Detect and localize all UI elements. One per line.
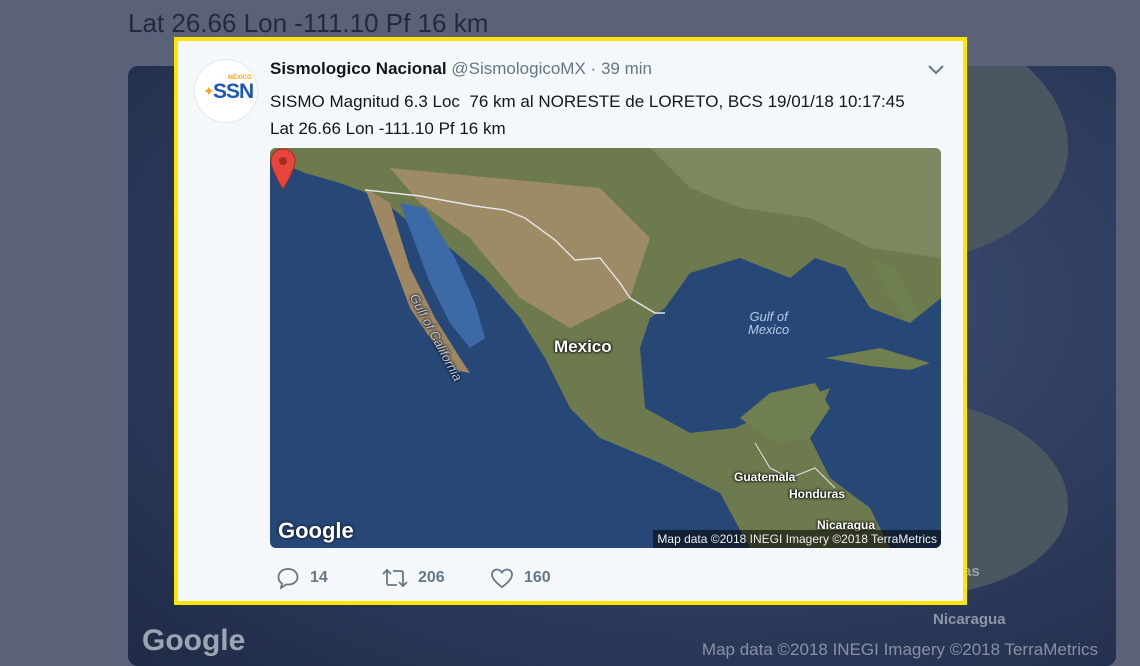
tweet-text-line-1: SISMO Magnitud 6.3 Loc 76 km al NORESTE … [270, 92, 905, 111]
location-pin-icon[interactable] [270, 148, 296, 190]
map-label-guatemala: Guatemala [734, 470, 796, 484]
like-button[interactable]: 160 [490, 567, 551, 589]
map-credit: Map data ©2018 INEGI Imagery ©2018 Terra… [653, 530, 941, 548]
avatar[interactable]: ✦ MÉXICO SSN [194, 59, 258, 123]
map-label-honduras: Honduras [789, 487, 846, 501]
header-separator: · [590, 59, 597, 78]
retweet-count: 206 [418, 569, 445, 586]
retweet-icon [382, 568, 408, 588]
reply-count: 14 [310, 569, 328, 586]
chevron-down-icon[interactable] [925, 61, 947, 79]
tweet-header: Sismologico Nacional @SismologicoMX · 39… [270, 59, 652, 79]
display-name[interactable]: Sismologico Nacional [270, 59, 447, 78]
tweet-timestamp[interactable]: 39 min [601, 59, 652, 78]
background-map-label-nicaragua: Nicaragua [933, 611, 1006, 628]
reply-icon [277, 568, 299, 589]
tweet-card[interactable]: ✦ MÉXICO SSN Sismologico Nacional @Sismo… [174, 37, 967, 605]
heart-icon [491, 568, 513, 589]
background-google-logo: Google [142, 624, 246, 657]
tweet-text-line-2: Lat 26.66 Lon -111.10 Pf 16 km [270, 119, 506, 138]
google-logo: Google [278, 518, 354, 543]
background-map-credit: Map data ©2018 INEGI Imagery ©2018 Terra… [701, 640, 1098, 659]
map-label-mexico: Mexico [554, 337, 612, 356]
tweet-text: SISMO Magnitud 6.3 Loc 76 km al NORESTE … [270, 88, 905, 142]
retweet-button[interactable]: 206 [382, 567, 445, 589]
background-coordinates-text: Lat 26.66 Lon -111.10 Pf 16 km [128, 8, 489, 38]
map-image[interactable]: Gulf of California Mexico Gulf of Mexico… [270, 148, 941, 548]
user-handle[interactable]: @SismologicoMX [451, 59, 585, 78]
like-count: 160 [524, 569, 551, 586]
reply-button[interactable]: 14 [276, 567, 328, 589]
map-label-gulf-of-mexico: Gulf of Mexico [748, 309, 790, 337]
ssn-logo-icon: SSN [213, 80, 254, 103]
